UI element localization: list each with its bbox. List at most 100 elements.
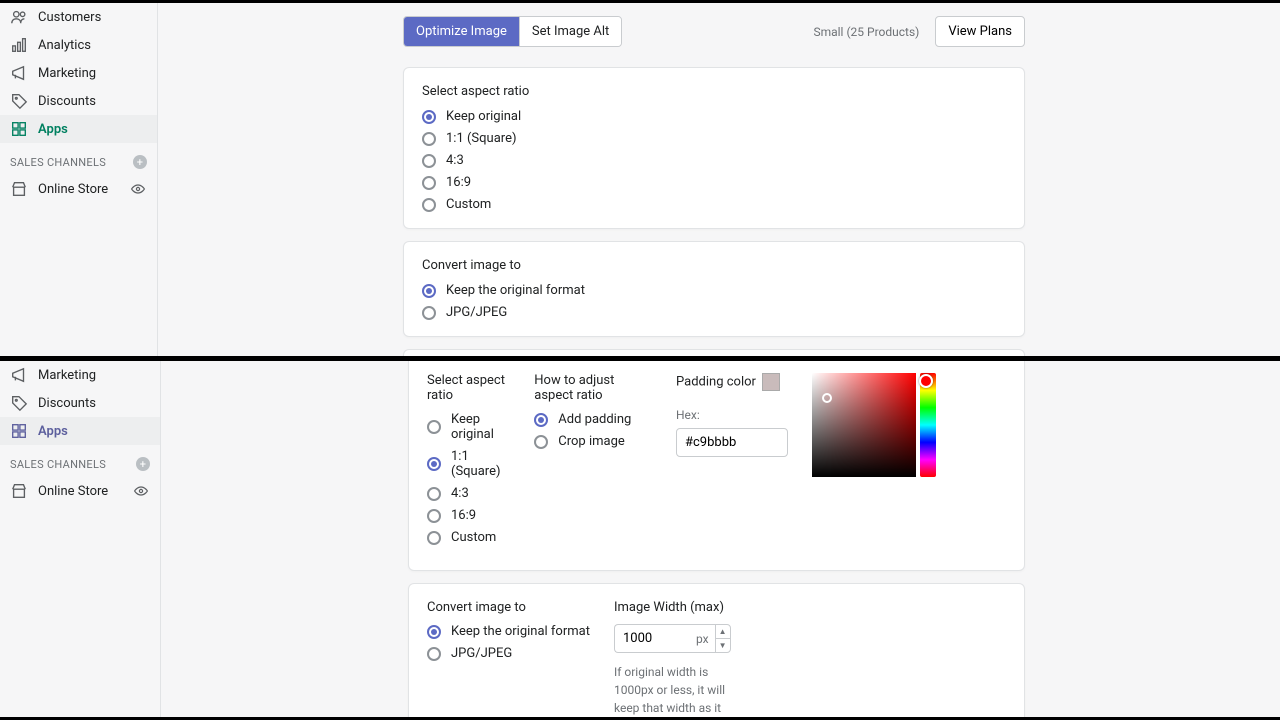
nav-customers[interactable]: Customers [0,3,157,31]
radio-icon [427,487,441,501]
tabs: Optimize Image Set Image Alt [403,16,622,47]
radio-icon [422,306,436,320]
nav-marketing[interactable]: Marketing [0,59,157,87]
nav-apps[interactable]: Apps [0,115,157,143]
radio-add-padding[interactable]: Add padding [534,412,652,427]
radio-4-3[interactable]: 4:3 [427,486,510,501]
radio-label: 1:1 (Square) [451,449,510,479]
radio-icon [427,509,441,523]
sales-channels-header: SALES CHANNELS + [0,143,157,175]
radio-custom[interactable]: Custom [427,530,510,545]
nav-label: Discounts [38,396,96,411]
radio-icon [427,647,441,661]
radio-label: Keep the original format [446,283,585,298]
convert-card: Convert image to Keep the original forma… [403,241,1025,337]
nav-analytics[interactable]: Analytics [0,31,157,59]
radio-icon [422,284,436,298]
radio-16-9[interactable]: 16:9 [422,175,1006,190]
radio-keep-original[interactable]: Keep original [427,412,510,442]
radio-4-3[interactable]: 4:3 [422,153,1006,168]
store-icon [10,180,28,198]
radio-label: 16:9 [451,508,476,523]
discounts-icon [10,92,28,110]
aspect-adjust-card: Select aspect ratio Keep original 1:1 (S… [408,361,1025,571]
analytics-icon [10,36,28,54]
nav-discounts[interactable]: Discounts [0,389,160,417]
radio-jpg[interactable]: JPG/JPEG [427,646,590,661]
radio-icon [422,132,436,146]
aspect-title: Select aspect ratio [422,84,1006,99]
radio-icon [427,457,441,471]
nav-discounts[interactable]: Discounts [0,87,157,115]
radio-16-9[interactable]: 16:9 [427,508,510,523]
view-plans-button[interactable]: View Plans [935,16,1025,47]
adjust-title: How to adjust aspect ratio [534,373,652,403]
radio-label: 16:9 [446,175,471,190]
hex-label: Hex: [676,408,788,422]
nav-online-store[interactable]: Online Store [0,477,160,505]
step-up-icon[interactable]: ▲ [716,625,730,639]
eye-icon[interactable] [129,180,147,198]
radio-icon [534,413,548,427]
saturation-value-field[interactable] [812,373,916,477]
nav-marketing[interactable]: Marketing [0,361,160,389]
width-title: Image Width (max) [614,600,734,615]
convert-title: Convert image to [427,600,590,615]
radio-label: Custom [451,530,496,545]
page-header: Optimize Image Set Image Alt Small (25 P… [158,3,1280,57]
aspect-col: Select aspect ratio Keep original 1:1 (S… [427,373,510,552]
discounts-icon [10,394,28,412]
radio-icon [427,625,441,639]
radio-square[interactable]: 1:1 (Square) [422,131,1006,146]
color-picker [812,373,936,477]
radio-label: 1:1 (Square) [446,131,516,146]
convert-col: Convert image to Keep the original forma… [427,600,590,717]
radio-label: Keep original [451,412,510,442]
main-content-top: Optimize Image Set Image Alt Small (25 P… [158,3,1280,356]
tab-set-image-alt[interactable]: Set Image Alt [519,17,621,46]
nav-label: Discounts [38,94,96,109]
nav-label: Online Store [38,484,108,499]
radio-icon [422,154,436,168]
nav-label: Marketing [38,368,96,383]
radio-crop-image[interactable]: Crop image [534,434,652,449]
sidebar-top: Customers Analytics Marketing Discounts … [0,3,158,356]
eye-icon[interactable] [132,482,150,500]
step-down-icon[interactable]: ▼ [716,639,730,653]
radio-custom[interactable]: Custom [422,197,1006,212]
sales-channels-label: SALES CHANNELS [10,156,106,169]
add-channel-icon[interactable]: + [136,457,150,471]
tab-optimize-image[interactable]: Optimize Image [404,17,519,46]
color-swatch[interactable] [762,373,780,391]
width-col: Image Width (max) px ▲ ▼ If original wid… [614,600,734,717]
sales-channels-header: SALES CHANNELS + [0,445,160,477]
radio-label: JPG/JPEG [451,646,512,661]
plan-info: Small (25 Products) [813,25,919,39]
radio-square[interactable]: 1:1 (Square) [427,449,510,479]
radio-jpg[interactable]: JPG/JPEG [422,305,1006,320]
radio-label: Add padding [558,412,631,427]
hex-input[interactable] [676,428,788,457]
radio-label: Crop image [558,434,625,449]
padding-title: Padding color [676,373,788,391]
radio-keep-original[interactable]: Keep original [422,109,1006,124]
add-channel-icon[interactable]: + [133,155,147,169]
radio-icon [422,176,436,190]
header-right: Small (25 Products) View Plans [813,16,1025,47]
radio-label: Keep the original format [451,624,590,639]
radio-icon [427,420,441,434]
nav-apps[interactable]: Apps [0,417,160,445]
sv-cursor-icon [822,393,832,403]
radio-keep-format[interactable]: Keep the original format [422,283,1006,298]
radio-keep-format[interactable]: Keep the original format [427,624,590,639]
nav-label: Analytics [38,38,91,53]
nav-online-store[interactable]: Online Store [0,175,157,203]
marketing-icon [10,366,28,384]
hue-slider[interactable] [920,373,936,477]
unit-label: px [690,624,715,653]
width-input[interactable] [614,624,690,653]
nav-label: Online Store [38,182,108,197]
color-picker-col [812,373,936,552]
convert-width-card: Convert image to Keep the original forma… [408,583,1025,717]
adjust-col: How to adjust aspect ratio Add padding C… [534,373,652,552]
